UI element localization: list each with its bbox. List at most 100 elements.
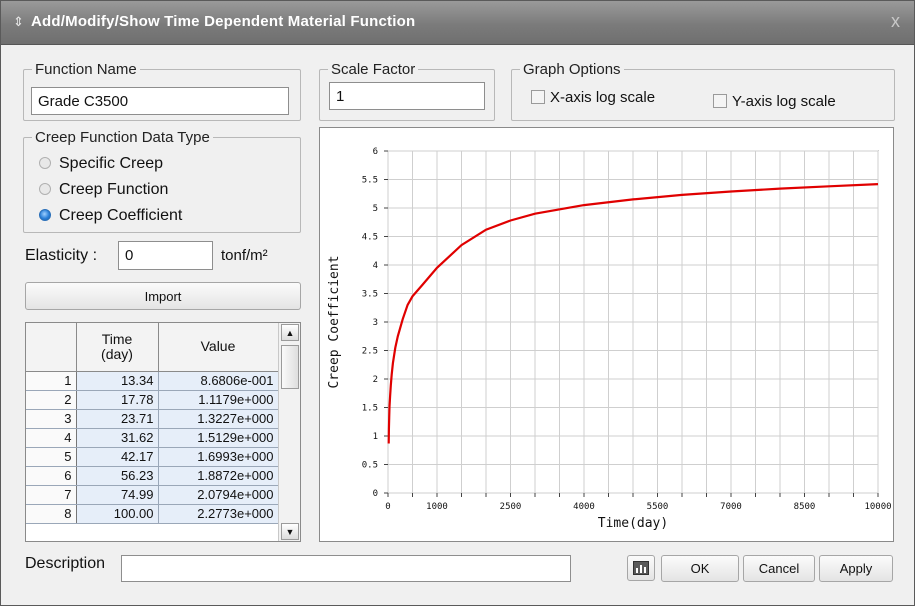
x-axis-label: Time(day) (598, 516, 668, 531)
y-axis-log-checkbox[interactable]: Y-axis log scale (713, 93, 836, 110)
y-tick-label: 0.5 (362, 461, 378, 471)
description-label: Description (25, 555, 106, 572)
x-tick-label: 0 (385, 502, 390, 512)
radio-creep-function-dot[interactable] (39, 183, 51, 195)
table-row[interactable]: 6 56.23 1.8872e+000 (26, 466, 279, 486)
y-tick-label: 2 (373, 375, 378, 385)
value-cell[interactable]: 2.0794e+000 (158, 485, 279, 505)
radio-creep-coefficient[interactable]: Creep Coefficient (39, 207, 182, 225)
function-name-legend: Function Name (35, 61, 137, 78)
x-tick-label: 4000 (573, 502, 595, 512)
window-menu-icon[interactable]: ⇕ (13, 14, 24, 30)
radio-creep-coefficient-label: Creep Coefficient (59, 207, 183, 224)
row-number-cell: 1 (26, 371, 77, 391)
radio-creep-coefficient-dot[interactable] (39, 209, 51, 221)
row-number-cell: 6 (26, 466, 77, 486)
value-cell[interactable]: 1.8872e+000 (158, 466, 279, 486)
time-cell[interactable]: 42.17 (76, 447, 159, 467)
y-tick-label: 3.5 (362, 290, 378, 300)
value-column-header: Value (158, 323, 279, 372)
time-cell[interactable]: 23.71 (76, 409, 159, 429)
bar-chart-icon (633, 561, 649, 575)
y-tick-label: 5 (373, 204, 378, 214)
time-cell[interactable]: 56.23 (76, 466, 159, 486)
elasticity-input[interactable] (118, 241, 213, 270)
scroll-up-icon[interactable]: ▲ (281, 324, 299, 341)
data-table[interactable]: Time (day) Value 1 13.34 8.6806e-001 2 17.78… (25, 322, 301, 542)
close-icon[interactable]: x (891, 11, 900, 32)
y-tick-label: 6 (373, 147, 378, 157)
creep-type-legend: Creep Function Data Type (35, 129, 210, 146)
table-header-row: Time (day) Value (26, 323, 279, 372)
radio-creep-function-label: Creep Function (59, 181, 169, 198)
row-number-cell: 7 (26, 485, 77, 505)
title-bar[interactable]: ⇕ Add/Modify/Show Time Dependent Materia… (1, 1, 914, 45)
x-tick-label: 7000 (720, 502, 742, 512)
table-row[interactable]: 1 13.34 8.6806e-001 (26, 371, 279, 391)
y-tick-label: 0 (373, 489, 378, 499)
y-tick-label: 2.5 (362, 347, 378, 357)
value-cell[interactable]: 1.3227e+000 (158, 409, 279, 429)
y-tick-label: 1.5 (362, 404, 378, 414)
time-cell[interactable]: 13.34 (76, 371, 159, 391)
scale-factor-input[interactable] (329, 82, 485, 110)
table-row[interactable]: 5 42.17 1.6993e+000 (26, 447, 279, 467)
time-cell[interactable]: 31.62 (76, 428, 159, 448)
value-cell[interactable]: 1.1179e+000 (158, 390, 279, 410)
ok-button[interactable]: OK (661, 555, 739, 582)
x-tick-label: 10000 (864, 502, 891, 512)
creep-coefficient-chart: 0 0.5 1 1.5 2 2.5 3 3.5 4 4.5 5 5.5 6 0 1000 2500 4000 55… (319, 127, 894, 542)
table-row[interactable]: 8 100.00 2.2773e+000 (26, 504, 279, 524)
graph-options-legend: Graph Options (523, 61, 621, 78)
time-column-header: Time (day) (76, 323, 159, 372)
row-number-cell: 2 (26, 390, 77, 410)
radio-specific-creep-dot[interactable] (39, 157, 51, 169)
scroll-down-icon[interactable]: ▼ (281, 523, 299, 540)
y-tick-label: 1 (373, 432, 378, 442)
x-tick-label: 2500 (500, 502, 522, 512)
x-axis-log-checkbox[interactable]: X-axis log scale (531, 89, 655, 106)
material-function-dialog: ⇕ Add/Modify/Show Time Dependent Materia… (0, 0, 915, 606)
table-row[interactable]: 7 74.99 2.0794e+000 (26, 485, 279, 505)
row-number-cell: 4 (26, 428, 77, 448)
chart-svg: 0 0.5 1 1.5 2 2.5 3 3.5 4 4.5 5 5.5 6 0 1000 2500 4000 55… (327, 147, 892, 531)
value-cell[interactable]: 1.5129e+000 (158, 428, 279, 448)
x-tick-label: 1000 (426, 502, 448, 512)
y-axis-label: Creep Coefficient (327, 255, 342, 388)
table-row[interactable]: 2 17.78 1.1179e+000 (26, 390, 279, 410)
y-tick-label: 3 (373, 318, 378, 328)
apply-button[interactable]: Apply (819, 555, 893, 582)
y-tick-label: 4.5 (362, 233, 378, 243)
x-log-label: X-axis log scale (550, 89, 656, 106)
radio-creep-function[interactable]: Creep Function (39, 181, 168, 199)
function-name-input[interactable] (31, 87, 289, 115)
y-log-checkbox-box[interactable] (713, 94, 727, 108)
value-cell[interactable]: 1.6993e+000 (158, 447, 279, 467)
value-cell[interactable]: 2.2773e+000 (158, 504, 279, 524)
value-cell[interactable]: 8.6806e-001 (158, 371, 279, 391)
scale-factor-legend: Scale Factor (331, 61, 416, 78)
chart-icon-button[interactable] (627, 555, 655, 581)
description-input[interactable] (121, 555, 571, 582)
time-cell[interactable]: 100.00 (76, 504, 159, 524)
x-tick-label: 5500 (647, 502, 669, 512)
time-cell[interactable]: 74.99 (76, 485, 159, 505)
row-number-cell: 5 (26, 447, 77, 467)
radio-specific-creep[interactable]: Specific Creep (39, 155, 163, 173)
table-body: 1 13.34 8.6806e-001 2 17.78 1.1179e+000 3 23.71… (26, 371, 279, 524)
elasticity-label: Elasticity : (25, 247, 98, 264)
y-tick-label: 4 (373, 261, 378, 271)
elasticity-unit: tonf/m² (221, 247, 268, 264)
y-log-label: Y-axis log scale (732, 93, 836, 110)
x-log-checkbox-box[interactable] (531, 90, 545, 104)
table-row[interactable]: 4 31.62 1.5129e+000 (26, 428, 279, 448)
table-row[interactable]: 3 23.71 1.3227e+000 (26, 409, 279, 429)
corner-header (26, 323, 77, 372)
time-cell[interactable]: 17.78 (76, 390, 159, 410)
scroll-thumb[interactable] (281, 345, 299, 389)
y-tick-label: 5.5 (362, 176, 378, 186)
window-title: Add/Modify/Show Time Dependent Material … (31, 13, 416, 30)
cancel-button[interactable]: Cancel (743, 555, 815, 582)
import-button[interactable]: Import (25, 282, 301, 310)
table-vertical-scrollbar[interactable]: ▲ ▼ (278, 323, 300, 541)
